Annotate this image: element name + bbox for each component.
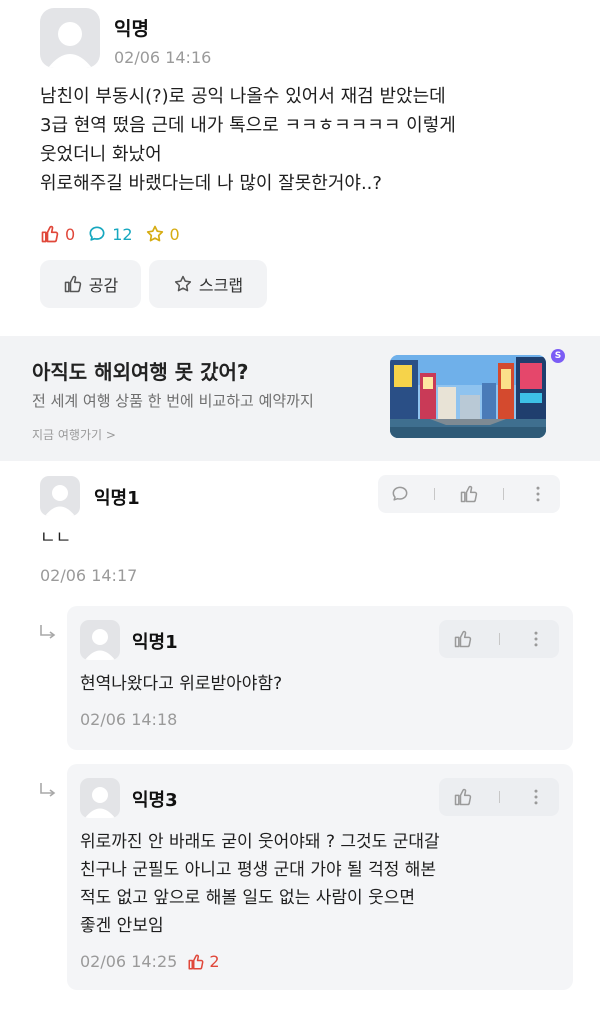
thumbs-up-icon bbox=[454, 630, 471, 648]
reply-card: 익명1 현역나왔다고 위로받아야함? 02/06 14:18 bbox=[67, 606, 573, 750]
more-vertical-icon bbox=[534, 631, 537, 647]
reply-time-value: 02/06 14:18 bbox=[80, 710, 178, 729]
ad-cityscape-image[interactable] bbox=[390, 355, 546, 438]
reply-card: 익명3 위로까진 안 바래도 굳이 웃어야돼 ? 그것도 군대갈 친구나 군필도… bbox=[67, 764, 573, 990]
default-avatar-icon bbox=[85, 629, 115, 660]
like-count: 0 bbox=[40, 224, 75, 244]
more-menu-button[interactable] bbox=[525, 786, 547, 808]
scrap-button-label: 스크랩 bbox=[198, 276, 244, 295]
like-button[interactable] bbox=[458, 483, 480, 505]
divider bbox=[498, 791, 500, 803]
thumbs-up-icon bbox=[454, 788, 471, 806]
post-time: 02/06 14:16 bbox=[114, 48, 212, 67]
reply-like-count-value: 2 bbox=[209, 952, 220, 971]
reply-text-line: 현역나왔다고 위로받아야함? bbox=[80, 674, 283, 694]
reply-text-line: 친구나 군필도 아니고 평생 군대 가야 될 걱정 해본 bbox=[80, 860, 437, 880]
travel-ad-banner[interactable]: 아직도 해외여행 못 갔어? 전 세계 여행 상품 한 번에 비교하고 예약까지… bbox=[0, 336, 600, 461]
avatar bbox=[80, 778, 120, 818]
reply-time: 02/06 14:18 bbox=[80, 710, 177, 729]
reply-button[interactable] bbox=[389, 483, 411, 505]
reply-text-line: 위로까진 안 바래도 굳이 웃어야돼 ? 그것도 군대갈 bbox=[80, 832, 440, 852]
more-menu-button[interactable] bbox=[525, 628, 547, 650]
empathy-button[interactable]: 공감 bbox=[40, 260, 141, 308]
default-avatar-icon bbox=[85, 787, 115, 818]
reply-author: 익명3 bbox=[132, 790, 178, 811]
divider bbox=[434, 488, 436, 500]
reply-arrow-icon bbox=[40, 783, 56, 797]
divider bbox=[498, 633, 500, 645]
thumbs-up-icon bbox=[460, 485, 478, 503]
ad-subtitle: 전 세계 여행 상품 한 번에 비교하고 예약까지 bbox=[32, 392, 314, 410]
comment-text-line: ㄴㄴ bbox=[40, 528, 72, 548]
post-body-line: 웃었더니 화났어 bbox=[40, 144, 162, 165]
comment-toolbar bbox=[378, 475, 560, 513]
ad-link[interactable]: 지금 여행가기 > bbox=[32, 426, 116, 443]
scrap-count-value: 0 bbox=[169, 224, 180, 244]
scrap-button[interactable]: 스크랩 bbox=[149, 260, 267, 308]
reply-time-value: 02/06 14:25 bbox=[80, 952, 178, 971]
reply-author: 익명1 bbox=[132, 632, 178, 653]
post-body-line: 남친이 부동시(?)로 공익 나올수 있어서 재검 받았는데 bbox=[40, 86, 446, 107]
reply-toolbar bbox=[439, 778, 559, 816]
reply-like-count: 2 bbox=[187, 952, 220, 971]
comment-count-value: 12 bbox=[112, 224, 133, 244]
reply-text-line: 좋겐 안보임 bbox=[80, 916, 164, 936]
comment-text: ㄴㄴ bbox=[40, 524, 71, 552]
default-avatar-icon bbox=[45, 485, 75, 516]
post-body-line: 위로해주길 바랬다는데 나 많이 잘못한거야..? bbox=[40, 173, 382, 194]
avatar bbox=[80, 620, 120, 660]
reply-text-line: 적도 없고 앞으로 해볼 일도 없는 사람이 웃으면 bbox=[80, 888, 415, 908]
reply-time: 02/06 14:25 2 bbox=[80, 952, 220, 971]
post-author: 익명 bbox=[114, 18, 149, 40]
post-stats: 0 12 0 bbox=[40, 222, 192, 246]
avatar bbox=[40, 8, 100, 68]
like-button[interactable] bbox=[452, 786, 474, 808]
reply-text: 위로까진 안 바래도 굳이 웃어야돼 ? 그것도 군대갈 친구나 군필도 아니고… bbox=[80, 828, 440, 940]
thumbs-up-icon bbox=[64, 275, 81, 293]
ad-title: 아직도 해외여행 못 갔어? bbox=[32, 360, 249, 384]
comment-author: 익명1 bbox=[94, 488, 140, 509]
like-button[interactable] bbox=[452, 628, 474, 650]
comment-time-value: 02/06 14:17 bbox=[40, 566, 138, 585]
reply-toolbar bbox=[439, 620, 559, 658]
speech-bubble-icon bbox=[392, 486, 408, 501]
post: 익명 02/06 14:16 남친이 부동시(?)로 공익 나올수 있어서 재검… bbox=[0, 0, 600, 336]
divider bbox=[502, 488, 504, 500]
comment-time: 02/06 14:17 bbox=[40, 566, 137, 585]
like-count-value: 0 bbox=[65, 224, 76, 244]
avatar bbox=[40, 476, 80, 516]
scrap-count: 0 bbox=[145, 224, 180, 244]
post-body-line: 3급 현역 떴음 근데 내가 톡으로 ㅋㅋㅎㅋㅋㅋㅋ 이렇게 bbox=[40, 115, 456, 136]
reply-text: 현역나왔다고 위로받아야함? bbox=[80, 670, 282, 698]
comment-count: 12 bbox=[87, 224, 133, 244]
more-vertical-icon bbox=[534, 789, 537, 805]
post-body: 남친이 부동시(?)로 공익 나올수 있어서 재검 받았는데 3급 현역 떴음 … bbox=[40, 82, 570, 198]
ad-badge: S bbox=[551, 349, 565, 363]
empathy-button-label: 공감 bbox=[88, 276, 119, 295]
star-icon bbox=[174, 275, 191, 292]
reply-arrow-icon bbox=[40, 625, 56, 639]
speech-bubble-icon bbox=[89, 226, 105, 241]
thumbs-up-icon bbox=[41, 225, 59, 243]
more-menu-button[interactable] bbox=[527, 483, 549, 505]
more-vertical-icon bbox=[536, 486, 540, 502]
default-avatar-icon bbox=[48, 22, 92, 68]
star-icon bbox=[146, 225, 163, 242]
thumbs-up-icon bbox=[188, 954, 204, 969]
